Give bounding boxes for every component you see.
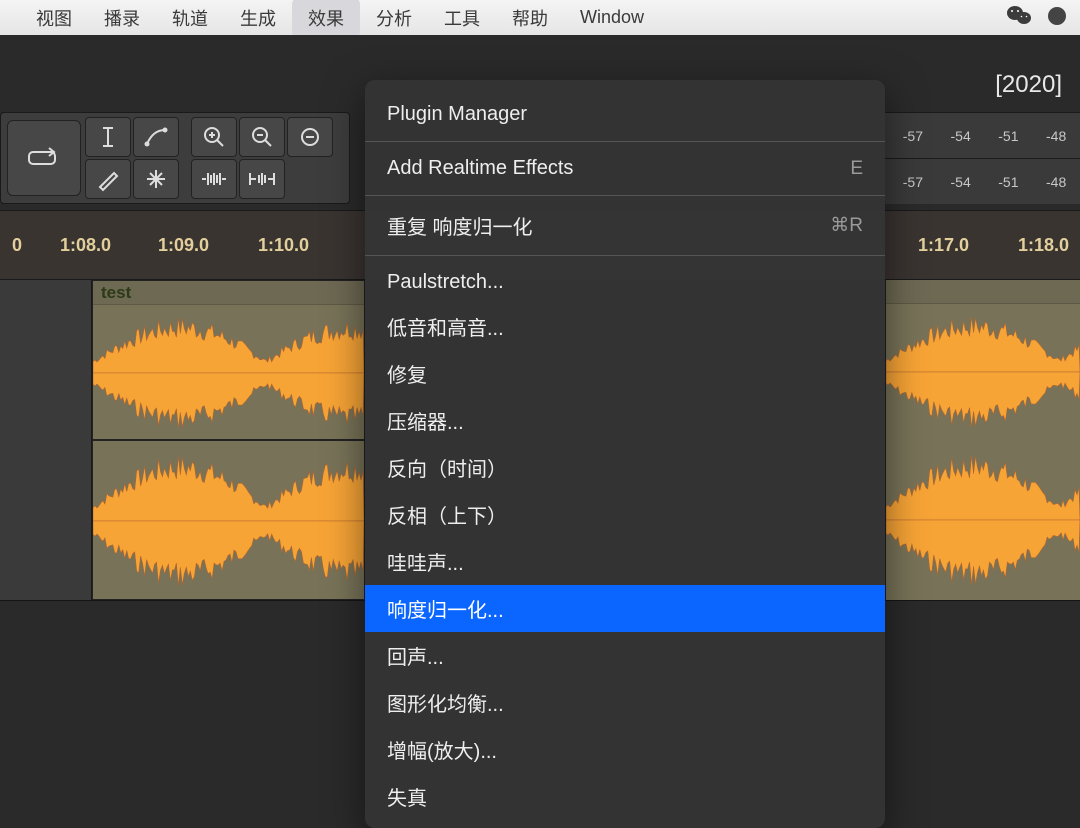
menu-item-amplify[interactable]: 增幅(放大)... <box>365 726 885 773</box>
menu-item-add-realtime-effects[interactable]: Add Realtime EffectsE <box>365 148 885 189</box>
menu-item-paulstretch[interactable]: Paulstretch... <box>365 262 885 303</box>
loop-button[interactable] <box>7 120 81 196</box>
db-tick: -48 <box>1046 128 1066 144</box>
time-tick: 1:09.0 <box>158 235 209 256</box>
envelope-tool[interactable] <box>133 117 179 157</box>
menu-tools[interactable]: 工具 <box>428 0 496 38</box>
menu-transport[interactable]: 播录 <box>88 0 156 38</box>
zoom-in[interactable] <box>191 117 237 157</box>
menu-item-distortion[interactable]: 失真 <box>365 773 885 820</box>
menu-analyze[interactable]: 分析 <box>360 0 428 38</box>
project-title: [2020] <box>995 71 1062 99</box>
db-tick: -57 <box>903 174 923 190</box>
zoom-fit-selection[interactable] <box>287 117 333 157</box>
audio-clip-right-ch2[interactable] <box>885 440 1080 600</box>
menu-window[interactable]: Window <box>564 0 660 35</box>
draw-tool[interactable] <box>85 159 131 199</box>
tool-toolbar <box>0 112 350 204</box>
db-tick: -51 <box>998 174 1018 190</box>
waveform <box>93 305 364 440</box>
silence-selection[interactable] <box>239 159 285 199</box>
status-icon[interactable] <box>1044 4 1070 31</box>
db-tick: -48 <box>1046 174 1066 190</box>
menu-item-bass-treble[interactable]: 低音和高音... <box>365 303 885 350</box>
db-tick: -54 <box>951 128 971 144</box>
effects-menu: Plugin Manager Add Realtime EffectsE 重复 … <box>365 80 885 828</box>
menu-item-echo[interactable]: 回声... <box>365 632 885 679</box>
db-tick: -51 <box>998 128 1018 144</box>
track-header[interactable] <box>0 280 92 600</box>
meter-ruler: -57 -54 -51 -48 -57 -54 -51 -48 <box>885 112 1080 204</box>
menu-item-plugin-manager[interactable]: Plugin Manager <box>365 94 885 135</box>
menu-separator <box>365 141 885 142</box>
selection-tool[interactable] <box>85 117 131 157</box>
audio-clip[interactable]: test <box>92 280 365 440</box>
menu-item-loudness-normalization[interactable]: 响度归一化... <box>365 585 885 632</box>
db-tick: -54 <box>951 174 971 190</box>
meter-row-2: -57 -54 -51 -48 <box>885 158 1080 204</box>
time-tick: 1:10.0 <box>258 235 309 256</box>
workspace: [2020] -57 -54 -51 -48 -57 <box>0 35 1080 731</box>
menu-help[interactable]: 帮助 <box>496 0 564 38</box>
audio-clip-right[interactable] <box>885 280 1080 440</box>
time-tick: 1:18.0 <box>1018 235 1069 256</box>
audio-clip-ch2[interactable] <box>92 440 365 600</box>
waveform <box>886 440 1080 600</box>
waveform <box>886 304 1080 440</box>
menu-track[interactable]: 轨道 <box>156 0 224 38</box>
menu-item-repair[interactable]: 修复 <box>365 350 885 397</box>
menu-effects[interactable]: 效果 <box>292 0 360 38</box>
menu-item-reverse[interactable]: 反向（时间） <box>365 444 885 491</box>
menu-separator <box>365 255 885 256</box>
time-tick: 1:08.0 <box>60 235 111 256</box>
menu-item-graphic-eq[interactable]: 图形化均衡... <box>365 679 885 726</box>
trim-silence[interactable] <box>191 159 237 199</box>
menu-item-repeat-last[interactable]: 重复 响度归一化⌘R <box>365 202 885 249</box>
meter-row-1: -57 -54 -51 -48 <box>885 112 1080 158</box>
multi-tool[interactable] <box>133 159 179 199</box>
menu-separator <box>365 195 885 196</box>
waveform <box>93 441 364 600</box>
time-tick: 0 <box>12 235 22 256</box>
db-tick: -57 <box>903 128 923 144</box>
menubar: 视图 播录 轨道 生成 效果 分析 工具 帮助 Window <box>0 0 1080 35</box>
clip-label[interactable]: test <box>93 281 364 305</box>
menu-item-compressor[interactable]: 压缩器... <box>365 397 885 444</box>
time-tick: 1:17.0 <box>918 235 969 256</box>
menu-generate[interactable]: 生成 <box>224 0 292 38</box>
menu-view[interactable]: 视图 <box>20 0 88 38</box>
menu-item-invert[interactable]: 反相（上下） <box>365 491 885 538</box>
zoom-out[interactable] <box>239 117 285 157</box>
wechat-icon[interactable] <box>1006 4 1032 31</box>
clip-label[interactable] <box>886 280 1080 304</box>
menu-item-wahwah[interactable]: 哇哇声... <box>365 538 885 585</box>
